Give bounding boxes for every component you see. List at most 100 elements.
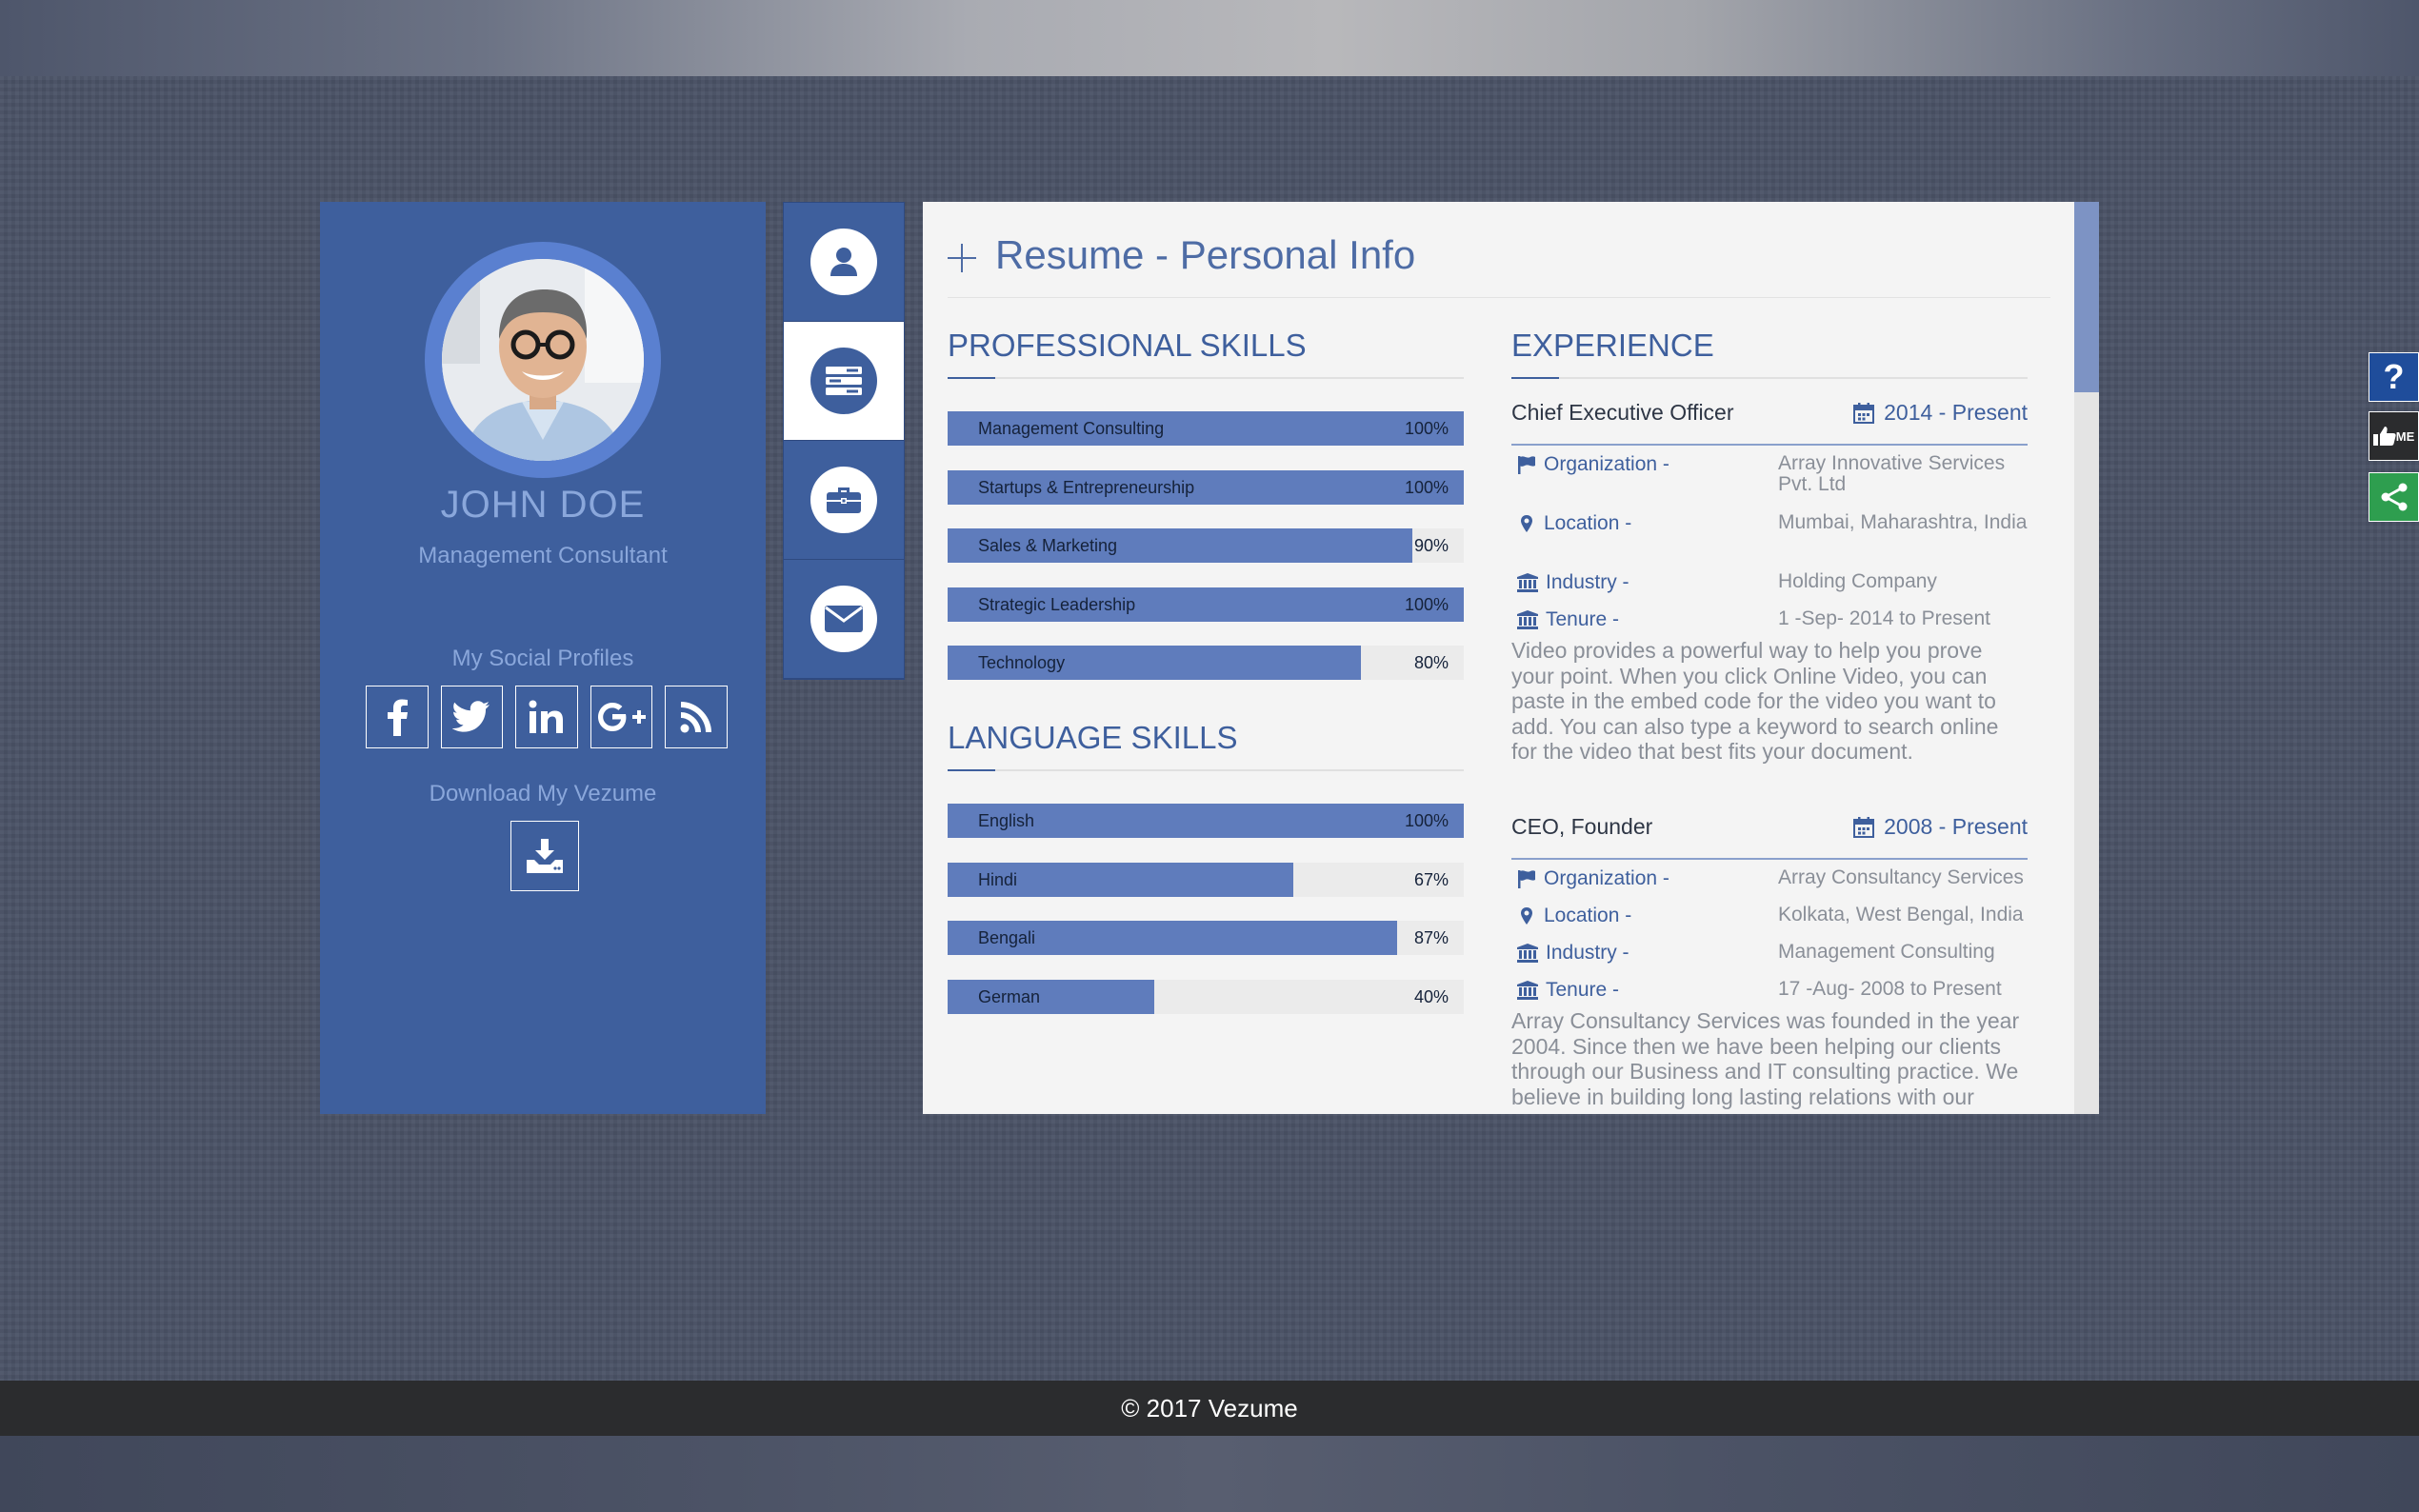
- nav-resume[interactable]: [784, 322, 904, 441]
- calendar-icon: [1853, 402, 1875, 424]
- organization-label-text: Organization -: [1544, 867, 1669, 889]
- skill-percent: 100%: [1404, 594, 1449, 614]
- resume-icon: [826, 367, 862, 395]
- industry-value: Management Consulting: [1778, 941, 1995, 963]
- section-nav: [783, 202, 905, 680]
- map-marker-icon: [1521, 907, 1532, 925]
- tenure-row: Tenure - 1 -Sep- 2014 to Present: [1511, 601, 2028, 638]
- footer: © 2017 Vezume: [0, 1381, 2419, 1436]
- download-button[interactable]: [510, 821, 579, 891]
- avatar-ring: [425, 242, 661, 478]
- nav-contact-circle: [810, 586, 877, 652]
- organization-value: Array Innovative Services Pvt. Ltd: [1778, 452, 2006, 495]
- top-gradient-band: [0, 0, 2419, 76]
- plus-icon[interactable]: [948, 244, 976, 272]
- google-plus-button[interactable]: [590, 686, 653, 748]
- rss-icon: [680, 702, 712, 733]
- industry-value: Holding Company: [1778, 570, 1937, 592]
- linkedin-button[interactable]: [515, 686, 578, 748]
- industry-row: Industry - Holding Company: [1511, 564, 2028, 601]
- bottom-gradient-band: [0, 1436, 2419, 1512]
- skill-percent: 100%: [1404, 419, 1449, 438]
- nav-profile[interactable]: [784, 203, 904, 322]
- twitter-button[interactable]: [440, 686, 504, 748]
- organization-label: Organization -: [1517, 867, 1669, 890]
- download-title: Download My Vezume: [429, 781, 657, 806]
- location-label: Location -: [1517, 512, 1631, 535]
- skill-percent: 67%: [1413, 869, 1449, 889]
- job-description: Video provides a powerful way to help yo…: [1511, 638, 1999, 764]
- skill-percent: 90%: [1413, 536, 1449, 555]
- content-scrollbar[interactable]: [2074, 202, 2099, 1114]
- skill-bar: English 100%: [948, 804, 1464, 838]
- avatar: [442, 259, 644, 461]
- industry-row: Industry - Management Consulting: [1511, 934, 2028, 971]
- language-skills-rule: [948, 769, 1464, 771]
- tenure-label-text: Tenure -: [1546, 979, 1620, 1001]
- nav-experience-circle: [810, 467, 877, 533]
- professional-skills-rule: [948, 377, 1464, 379]
- nav-experience[interactable]: [784, 441, 904, 560]
- tenure-label-text: Tenure -: [1546, 608, 1620, 630]
- organization-label-text: Organization -: [1544, 453, 1669, 475]
- skill-bar: German 40%: [948, 979, 1464, 1014]
- social-profiles-title: My Social Profiles: [451, 646, 634, 671]
- content-header: Resume - Personal Info: [948, 221, 2050, 298]
- skill-bar: Strategic Leadership 100%: [948, 587, 1464, 622]
- google-plus-icon: [597, 703, 646, 731]
- experience-heading: EXPERIENCE: [1511, 328, 1714, 363]
- experience-entry: CEO, Founder 2008 - Present Organization…: [1511, 806, 2028, 1109]
- like-me-button[interactable]: ME: [2369, 411, 2419, 461]
- institution-icon: [1517, 610, 1538, 629]
- job-date-range: 2014 - Present: [1884, 400, 2028, 425]
- profile-name: JOHN DOE: [440, 484, 646, 526]
- organization-label: Organization -: [1517, 453, 1669, 476]
- skill-bar: Startups & Entrepreneurship 100%: [948, 469, 1464, 505]
- nav-resume-circle: [810, 348, 877, 414]
- institution-icon: [1517, 944, 1538, 963]
- map-marker-icon: [1521, 515, 1532, 532]
- profile-card: JOHN DOE Management Consultant My Social…: [320, 202, 766, 1114]
- skill-percent: 100%: [1404, 811, 1449, 830]
- tenure-row: Tenure - 17 -Aug- 2008 to Present: [1511, 971, 2028, 1008]
- scrollbar-thumb[interactable]: [2074, 202, 2099, 392]
- like-me-label: ME: [2395, 428, 2415, 444]
- location-value: Kolkata, West Bengal, India: [1778, 904, 2024, 925]
- job-dates: 2008 - Present: [1853, 814, 2028, 840]
- organization-row: Organization - Array Consultancy Service…: [1511, 860, 2028, 897]
- skill-bar: Technology 80%: [948, 646, 1464, 680]
- share-icon: [2381, 483, 2407, 511]
- skill-label: Hindi: [978, 869, 1018, 889]
- copyright-text: © 2017 Vezume: [1121, 1393, 1298, 1422]
- facebook-button[interactable]: [366, 686, 429, 748]
- skill-percent: 80%: [1413, 653, 1449, 672]
- thumbs-up-icon: [2372, 427, 2396, 446]
- skill-label: Technology: [978, 653, 1066, 672]
- nav-contact[interactable]: [784, 560, 904, 679]
- institution-icon: [1517, 981, 1538, 1000]
- location-value: Mumbai, Maharashtra, India: [1778, 511, 2028, 533]
- skill-label: Strategic Leadership: [978, 594, 1136, 614]
- facebook-icon: [387, 699, 408, 736]
- skill-bar: Management Consulting 100%: [948, 411, 1464, 446]
- skill-label: Management Consulting: [978, 419, 1165, 438]
- social-links: [366, 686, 728, 748]
- help-button[interactable]: ?: [2369, 352, 2419, 402]
- experience-rule: [1511, 377, 2028, 379]
- institution-icon: [1517, 573, 1538, 592]
- skill-label: German: [978, 986, 1041, 1006]
- flag-icon: [1518, 456, 1535, 474]
- calendar-icon: [1853, 816, 1875, 838]
- job-date-range: 2008 - Present: [1884, 814, 2028, 839]
- envelope-icon: [825, 606, 863, 632]
- resume-content-panel: Resume - Personal Info PROFESSIONAL SKIL…: [923, 202, 2098, 1114]
- rss-button[interactable]: [665, 686, 728, 748]
- skill-bar: Sales & Marketing 90%: [948, 528, 1464, 563]
- share-button[interactable]: [2369, 472, 2419, 522]
- skill-percent: 40%: [1413, 986, 1449, 1006]
- organization-value: Array Consultancy Services: [1778, 866, 2024, 888]
- industry-label: Industry -: [1517, 571, 1629, 594]
- help-icon: ?: [2383, 357, 2405, 396]
- skill-percent: 87%: [1413, 928, 1449, 947]
- job-title: Chief Executive Officer: [1511, 400, 1734, 425]
